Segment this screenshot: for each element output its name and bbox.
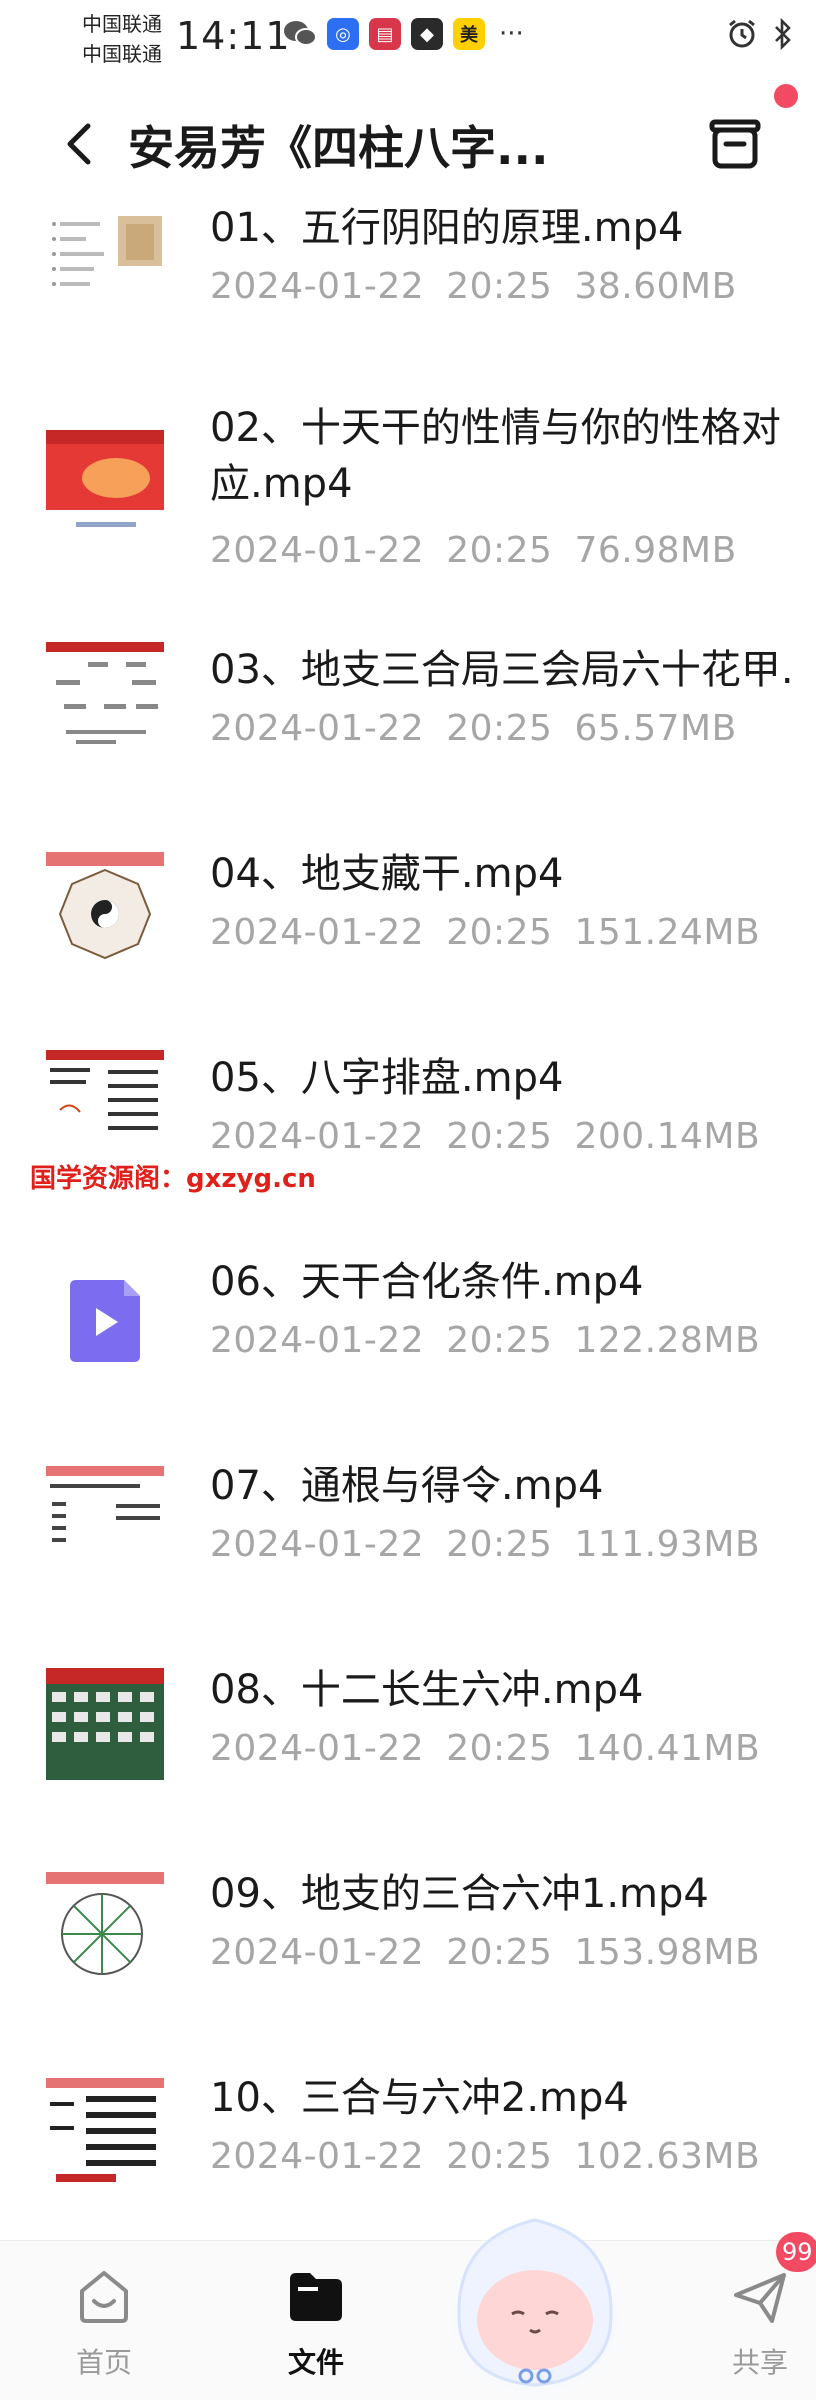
video-thumbnail [46, 214, 164, 304]
file-name: 03、地支三合局三会局六十花甲. [210, 647, 794, 693]
file-size: 38.60MB [574, 266, 737, 307]
file-time: 20:25 [446, 530, 553, 571]
file-size: 76.98MB [574, 530, 737, 571]
file-time: 20:25 [446, 1728, 553, 1769]
video-thumbnail [46, 642, 164, 754]
file-date: 2024-01-22 [210, 1728, 425, 1769]
file-name: 08、十二长生六冲.mp4 [210, 1667, 644, 1713]
file-meta: 2024-01-22 20:25 151.24MB [210, 912, 782, 953]
file-list: 01、五行阴阳的原理.mp4 2024-01-22 20:25 38.60MB 02… [0, 200, 816, 2240]
file-meta: 2024-01-22 20:25 122.28MB [210, 1320, 782, 1361]
file-name: 02、十天干的性情与你的性格对应.mp4 [210, 405, 781, 507]
wechat-icon [284, 21, 317, 46]
app-blue-icon: ◎ [327, 18, 359, 50]
file-size: 122.28MB [574, 1320, 761, 1361]
assistant-mascot-icon[interactable] [430, 2180, 640, 2400]
file-meta: 2024-01-22 20:25 102.63MB [210, 2136, 782, 2177]
nav-home-label: 首页 [75, 2346, 132, 2379]
video-thumbnail [46, 2078, 164, 2190]
file-date: 2024-01-22 [210, 912, 425, 953]
folder-icon [290, 2273, 342, 2321]
file-meta: 2024-01-22 20:25 38.60MB [210, 266, 759, 307]
file-date: 2024-01-22 [210, 1116, 425, 1157]
file-size: 153.98MB [574, 1932, 761, 1973]
file-date: 2024-01-22 [210, 1524, 425, 1565]
file-time: 20:25 [446, 1524, 553, 1565]
notification-dot [774, 84, 798, 108]
nav-files-label: 文件 [287, 2346, 344, 2379]
file-name: 05、八字排盘.mp4 [210, 1055, 564, 1101]
status-time: 14:11 [176, 14, 291, 58]
file-time: 20:25 [446, 1320, 553, 1361]
file-date: 2024-01-22 [210, 1320, 425, 1361]
bottom-nav: 首页 文件 共享 [0, 2240, 816, 2400]
file-size: 140.41MB [574, 1728, 761, 1769]
file-name: 04、地支藏干.mp4 [210, 851, 564, 897]
file-time: 20:25 [446, 912, 553, 953]
file-meta: 2024-01-22 20:25 76.98MB [210, 530, 759, 571]
notification-icons: ◎ ▤ ◆ 美 ··· [283, 18, 524, 50]
back-arrow-icon[interactable] [50, 114, 110, 174]
file-date: 2024-01-22 [210, 1932, 425, 1973]
app-shield-icon: ◆ [411, 18, 443, 50]
file-date: 2024-01-22 [210, 708, 425, 749]
file-meta: 2024-01-22 20:25 140.41MB [210, 1728, 782, 1769]
system-icons [726, 18, 794, 50]
alarm-icon [729, 19, 755, 48]
file-meta: 2024-01-22 20:25 111.93MB [210, 1524, 782, 1565]
file-name: 07、通根与得令.mp4 [210, 1463, 604, 1509]
video-thumbnail [46, 1872, 164, 1984]
carrier-label-1: 中国联通 [82, 12, 162, 36]
video-thumbnail [46, 430, 164, 542]
file-size: 102.63MB [574, 2136, 761, 2177]
title-bar: 安易芳《四柱八字... [0, 90, 816, 200]
file-meta: 2024-01-22 20:25 200.14MB [210, 1116, 782, 1157]
file-size: 151.24MB [574, 912, 761, 953]
app-red-icon: ▤ [369, 18, 401, 50]
nav-share-label: 共享 [731, 2346, 788, 2379]
status-bar: 中国联通 中国联通 14:11 ◎ ▤ ◆ 美 ··· [0, 0, 816, 70]
file-name: 01、五行阴阳的原理.mp4 [210, 205, 684, 251]
watermark-text: 国学资源阁：gxzyg.cn [30, 1164, 316, 1194]
file-meta: 2024-01-22 20:25 65.57MB [210, 708, 759, 749]
nav-home[interactable]: 首页 [44, 2251, 164, 2381]
file-time: 20:25 [446, 1932, 553, 1973]
nav-files[interactable]: 文件 [256, 2251, 376, 2381]
video-file-icon [46, 1264, 164, 1376]
file-date: 2024-01-22 [210, 2136, 425, 2177]
file-time: 20:25 [446, 1116, 553, 1157]
file-time: 20:25 [446, 2136, 553, 2177]
file-name: 06、天干合化条件.mp4 [210, 1259, 644, 1305]
file-meta: 2024-01-22 20:25 153.98MB [210, 1932, 782, 1973]
carrier-label-2: 中国联通 [82, 42, 162, 66]
file-date: 2024-01-22 [210, 266, 425, 307]
page-title: 安易芳《四柱八字... [128, 121, 549, 175]
file-name: 10、三合与六冲2.mp4 [210, 2075, 629, 2121]
share-count-badge: 99 [776, 2232, 816, 2272]
video-thumbnail [46, 1668, 164, 1780]
file-time: 20:25 [446, 266, 553, 307]
share-send-icon [734, 2273, 786, 2323]
file-size: 65.57MB [574, 708, 737, 749]
home-icon [80, 2271, 128, 2323]
recycle-bin-icon[interactable] [706, 114, 764, 172]
more-notifications: ··· [499, 19, 524, 49]
video-thumbnail [46, 1050, 164, 1162]
file-date: 2024-01-22 [210, 530, 425, 571]
file-size: 200.14MB [574, 1116, 761, 1157]
file-name: 09、地支的三合六冲1.mp4 [210, 1871, 709, 1917]
bluetooth-icon [775, 18, 791, 50]
video-thumbnail [46, 852, 164, 964]
file-time: 20:25 [446, 708, 553, 749]
meituan-icon: 美 [453, 18, 485, 50]
file-size: 111.93MB [574, 1524, 761, 1565]
video-thumbnail [46, 1466, 164, 1578]
